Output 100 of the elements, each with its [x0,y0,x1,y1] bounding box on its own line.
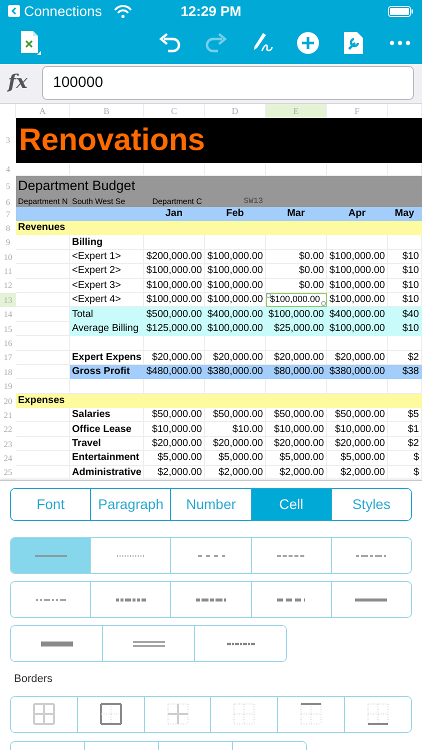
table-cell[interactable]: $40 [388,307,422,322]
table-cell[interactable]: $100,000.00 [205,250,266,264]
table-cell[interactable] [16,207,70,221]
table-cell[interactable]: $0.00 [266,250,327,264]
table-cell[interactable]: $5,000.00 [144,451,205,466]
table-cell[interactable]: $38 [388,364,422,380]
table-cell[interactable]: $20,000.00 [327,436,388,452]
table-cell[interactable] [144,235,205,250]
table-cell[interactable]: Department N [16,197,70,207]
add-icon[interactable] [296,31,320,55]
table-cell[interactable]: $100,000.00 [144,264,205,279]
table-cell[interactable]: $20,000.00 [205,436,266,452]
table-cell[interactable]: $5,000.00 [327,451,388,466]
table-cell[interactable]: $100,000.00 [205,278,266,293]
undo-icon[interactable] [158,31,182,55]
spreadsheet-file-icon[interactable] [20,30,42,56]
table-cell[interactable]: $20,000.00 [144,436,205,452]
table-cell[interactable]: $10 [388,322,422,336]
table-cell[interactable]: Revenues [16,221,70,236]
border-button[interactable] [11,696,78,732]
table-cell[interactable]: $50,000.00 [266,408,327,422]
table-cell[interactable]: $380,000.00 [205,364,266,380]
table-cell[interactable] [16,235,70,250]
table-cell[interactable]: Entertainment [70,451,144,466]
table-cell[interactable]: $25,000.00 [266,322,327,336]
table-cell[interactable] [388,394,422,408]
table-cell[interactable]: $100,000.00 [327,322,388,336]
table-cell[interactable]: May [388,207,422,221]
table-cell[interactable] [144,336,205,351]
table-cell[interactable] [388,235,422,250]
table-cell[interactable] [16,278,70,293]
table-cell[interactable]: $400,000.00 [327,307,388,322]
table-cell[interactable]: $100,000.00 [327,278,388,293]
table-cell[interactable]: $5,000.00 [205,451,266,466]
table-cell[interactable]: Feb [205,207,266,221]
table-cell[interactable]: $10 [388,264,422,279]
table-cell[interactable]: $5,000.00 [266,451,327,466]
table-cell[interactable]: $5 [388,408,422,422]
table-cell[interactable]: Jan [144,207,205,221]
table-cell[interactable]: $100,000.00 [327,264,388,279]
table-cell[interactable] [327,336,388,351]
table-cell[interactable]: $ [388,451,422,466]
table-cell[interactable]: Renovations [16,118,422,163]
selection-handle[interactable] [321,301,326,306]
table-cell[interactable]: Billing [70,235,144,250]
table-cell[interactable]: $10 [388,278,422,293]
table-cell[interactable]: <Expert 3> [70,278,144,293]
table-cell[interactable] [205,336,266,351]
table-cell[interactable] [388,221,422,236]
table-cell[interactable]: $100,000.00 [205,322,266,336]
table-cell[interactable]: Administrative [70,466,144,480]
table-cell[interactable] [266,235,327,250]
table-cell[interactable] [16,336,70,351]
table-cell[interactable]: $10,000.00 [266,422,327,437]
table-cell[interactable]: $ [388,466,422,480]
table-cell[interactable]: <Expert 1> [70,250,144,264]
table-cell[interactable]: $50,000.00 [327,408,388,422]
table-cell[interactable]: Salaries [70,408,144,422]
table-cell[interactable]: Travel [70,436,144,452]
line-style-button[interactable] [11,626,104,662]
table-cell[interactable] [70,336,144,351]
table-cell[interactable]: $50,000.00 [205,408,266,422]
table-cell[interactable]: $0.00 [266,278,327,293]
back-icon[interactable] [8,5,20,17]
table-cell[interactable]: $2,000.00 [205,466,266,480]
table-cell[interactable]: $10,000.00 [144,422,205,437]
table-cell[interactable]: $100,000.00 [144,278,205,293]
table-cell[interactable] [327,235,388,250]
table-cell[interactable]: Expenses [16,394,70,408]
table-cell[interactable]: Department Budget [16,176,422,197]
table-cell[interactable]: Average Billing [70,322,144,336]
table-cell[interactable]: $500,000.00 [144,307,205,322]
table-cell[interactable] [16,350,70,365]
table-cell[interactable]: $2 [388,436,422,452]
table-cell[interactable]: Mar [266,207,327,221]
table-cell[interactable]: Gross Profit [70,364,144,380]
document-wrench-icon[interactable] [342,31,366,55]
table-cell[interactable]: $400,000.00 [205,307,266,322]
formula-input-field[interactable]: 100000 [42,66,414,100]
selection-handle[interactable] [266,292,271,298]
table-cell[interactable]: $100,000.00 [327,250,388,264]
line-style-button[interactable] [11,582,92,618]
table-cell[interactable]: $2,000.00 [144,466,205,480]
table-cell[interactable]: Apr [327,207,388,221]
table-cell[interactable]: $200,000.00 [144,250,205,264]
table-cell[interactable] [266,336,327,351]
line-style-button[interactable] [11,538,92,574]
table-cell[interactable]: $100,000.00 [205,264,266,279]
table-cell[interactable]: $480,000.00 [144,364,205,380]
table-cell[interactable]: <Expert 2> [70,264,144,279]
table-cell[interactable]: $0.00 [266,264,327,279]
table-cell[interactable]: $100,000.00 [266,307,327,322]
table-cell[interactable]: $1 [388,422,422,437]
table-cell[interactable]: $80,000.00 [266,364,327,380]
table-cell[interactable]: Total [70,307,144,322]
table-cell[interactable]: $125,000.00 [144,322,205,336]
table-cell[interactable]: $2,000.00 [266,466,327,480]
table-cell[interactable]: $380,000.00 [327,364,388,380]
table-cell[interactable]: South West Se [70,197,144,207]
table-cell[interactable]: $10,000.00 [327,422,388,437]
